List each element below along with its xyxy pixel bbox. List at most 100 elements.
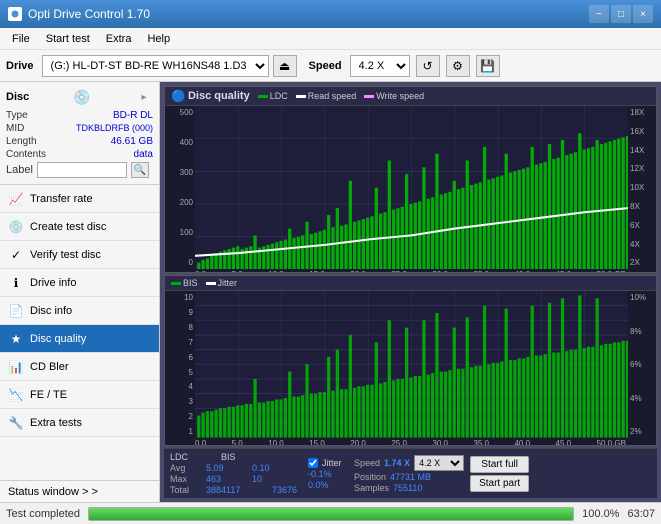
label-input[interactable] (37, 162, 127, 178)
stats-ldc-bis: LDC BIS Avg 5.09 0.10 Max 463 10 Total 3… (170, 452, 302, 495)
ldc-col-header: LDC (170, 452, 205, 462)
contents-label: Contents (6, 149, 46, 160)
disc-info-icon: 📄 (8, 303, 24, 319)
sidebar-item-label: Drive info (30, 277, 76, 289)
label-button[interactable]: 🔍 (131, 162, 149, 178)
mid-label: MID (6, 123, 24, 134)
chart-body-bottom: 10 9 8 7 6 5 4 3 2 1 (165, 291, 656, 438)
x-axis-bottom: 0.0 5.0 10.0 15.0 20.0 25.0 30.0 35.0 40… (165, 438, 656, 446)
type-value: BD-R DL (113, 110, 153, 121)
start-full-button[interactable]: Start full (470, 456, 529, 473)
max-ldc-val: 463 (206, 474, 236, 484)
menu-help[interactable]: Help (139, 31, 178, 47)
chart-title-top: Disc quality (188, 90, 250, 102)
extra-tests-icon: 🔧 (8, 415, 24, 431)
total-label: Total (170, 485, 190, 495)
chart-icon-top: 🔵 (171, 89, 186, 103)
settings-button[interactable]: ⚙ (446, 55, 470, 77)
sidebar-item-cd-bler[interactable]: 📊 CD Bler (0, 353, 159, 381)
sidebar-item-label: Transfer rate (30, 193, 93, 205)
bis-chart-panel: BIS Jitter 10 9 8 7 6 5 4 3 2 (164, 275, 657, 446)
samples-row: Samples 755110 (354, 483, 464, 493)
chart-body-top: 500 400 300 200 100 0 (165, 106, 656, 269)
sidebar-item-disc-info[interactable]: 📄 Disc info (0, 297, 159, 325)
app-icon (8, 7, 22, 21)
drive-select[interactable]: (G:) HL-DT-ST BD-RE WH16NS48 1.D3 (42, 55, 269, 77)
refresh-button[interactable]: ↺ (416, 55, 440, 77)
menu-extra[interactable]: Extra (98, 31, 140, 47)
sidebar-item-disc-quality[interactable]: ★ Disc quality (0, 325, 159, 353)
label-label: Label (6, 164, 33, 176)
sidebar-item-verify-test-disc[interactable]: ✓ Verify test disc (0, 241, 159, 269)
sidebar-item-drive-info[interactable]: ℹ Drive info (0, 269, 159, 297)
position-row: Position 47731 MB (354, 472, 464, 482)
speed-select[interactable]: 4.2 X (350, 55, 410, 77)
sidebar-item-create-test-disc[interactable]: 💿 Create test disc (0, 213, 159, 241)
avg-bis-val: 0.10 (252, 463, 282, 473)
progress-bar-fill (89, 508, 573, 520)
save-button[interactable]: 💾 (476, 55, 500, 77)
total-ldc-val: 3884117 (206, 485, 256, 495)
bis-col-header: BIS (221, 452, 256, 462)
disc-quality-icon: ★ (8, 331, 24, 347)
sidebar-item-label: Disc info (30, 305, 72, 317)
max-bis-val: 10 (252, 474, 282, 484)
speed-static-label: Speed (354, 458, 380, 468)
speed-row: Speed 1.74 X 4.2 X (354, 455, 464, 471)
start-part-button[interactable]: Start part (470, 475, 529, 492)
sidebar-item-fe-te[interactable]: 📉 FE / TE (0, 381, 159, 409)
chart-header-top: 🔵 Disc quality LDC Read speed Write spee… (165, 87, 656, 106)
y-axis-left-top: 500 400 300 200 100 0 (165, 106, 195, 269)
jitter-col-header: Jitter (322, 458, 342, 468)
chart-header-bottom: BIS Jitter (165, 276, 656, 291)
status-window-label: Status window > > (8, 486, 98, 498)
legend-jitter: Jitter (206, 278, 238, 288)
menu-file[interactable]: File (4, 31, 38, 47)
sidebar-item-extra-tests[interactable]: 🔧 Extra tests (0, 409, 159, 437)
jitter-header: Jitter (308, 458, 348, 468)
status-text: Test completed (6, 508, 80, 520)
sidebar-item-label: FE / TE (30, 389, 67, 401)
jitter-avg-row: -0.1% (308, 469, 348, 479)
y-axis-left-bottom: 10 9 8 7 6 5 4 3 2 1 (165, 291, 195, 438)
type-label: Type (6, 110, 28, 121)
maximize-button[interactable]: □ (611, 5, 631, 23)
content-area: 🔵 Disc quality LDC Read speed Write spee… (160, 82, 661, 502)
speed-dropdown[interactable]: 4.2 X (414, 455, 464, 471)
max-label: Max (170, 474, 190, 484)
sidebar-item-label: Verify test disc (30, 249, 101, 261)
jitter-checkbox[interactable] (308, 458, 318, 468)
eject-button[interactable]: ⏏ (273, 55, 297, 77)
write-legend-dot (364, 95, 374, 98)
ldc-chart-panel: 🔵 Disc quality LDC Read speed Write spee… (164, 86, 657, 273)
speed-value: 1.74 X (384, 458, 410, 468)
avg-ldc-val: 5.09 (206, 463, 236, 473)
main-layout: Disc 💿 ▸ Type BD-R DL MID TDKBLDRFB (000… (0, 82, 661, 502)
close-button[interactable]: × (633, 5, 653, 23)
progress-percent: 100.0% (582, 508, 619, 520)
menu-bar: File Start test Extra Help (0, 28, 661, 50)
start-buttons: Start full Start part (470, 456, 529, 492)
sidebar-item-transfer-rate[interactable]: 📈 Transfer rate (0, 185, 159, 213)
ldc-svg (195, 106, 628, 269)
sidebar-item-label: Extra tests (30, 417, 82, 429)
status-bar: Test completed 100.0% 63:07 (0, 502, 661, 524)
bis-canvas (195, 291, 628, 438)
create-test-icon: 💿 (8, 219, 24, 235)
menu-start-test[interactable]: Start test (38, 31, 98, 47)
total-bis-val: 73676 (272, 485, 302, 495)
y-axis-right-bottom: 10% 8% 6% 4% 2% (628, 291, 656, 438)
contents-value: data (134, 149, 153, 160)
drive-label: Drive (6, 60, 34, 72)
samples-label: Samples (354, 483, 389, 493)
minimize-button[interactable]: − (589, 5, 609, 23)
stats-speed: Speed 1.74 X 4.2 X Position 47731 MB Sam… (354, 455, 464, 493)
read-legend-dot (296, 95, 306, 98)
verify-icon: ✓ (8, 247, 24, 263)
status-window-link[interactable]: Status window > > (0, 480, 159, 502)
disc-title: Disc (6, 91, 29, 103)
position-value: 47731 MB (390, 472, 431, 482)
transfer-rate-icon: 📈 (8, 191, 24, 207)
bis-legend-dot (171, 282, 181, 285)
legend-read: Read speed (296, 91, 357, 101)
